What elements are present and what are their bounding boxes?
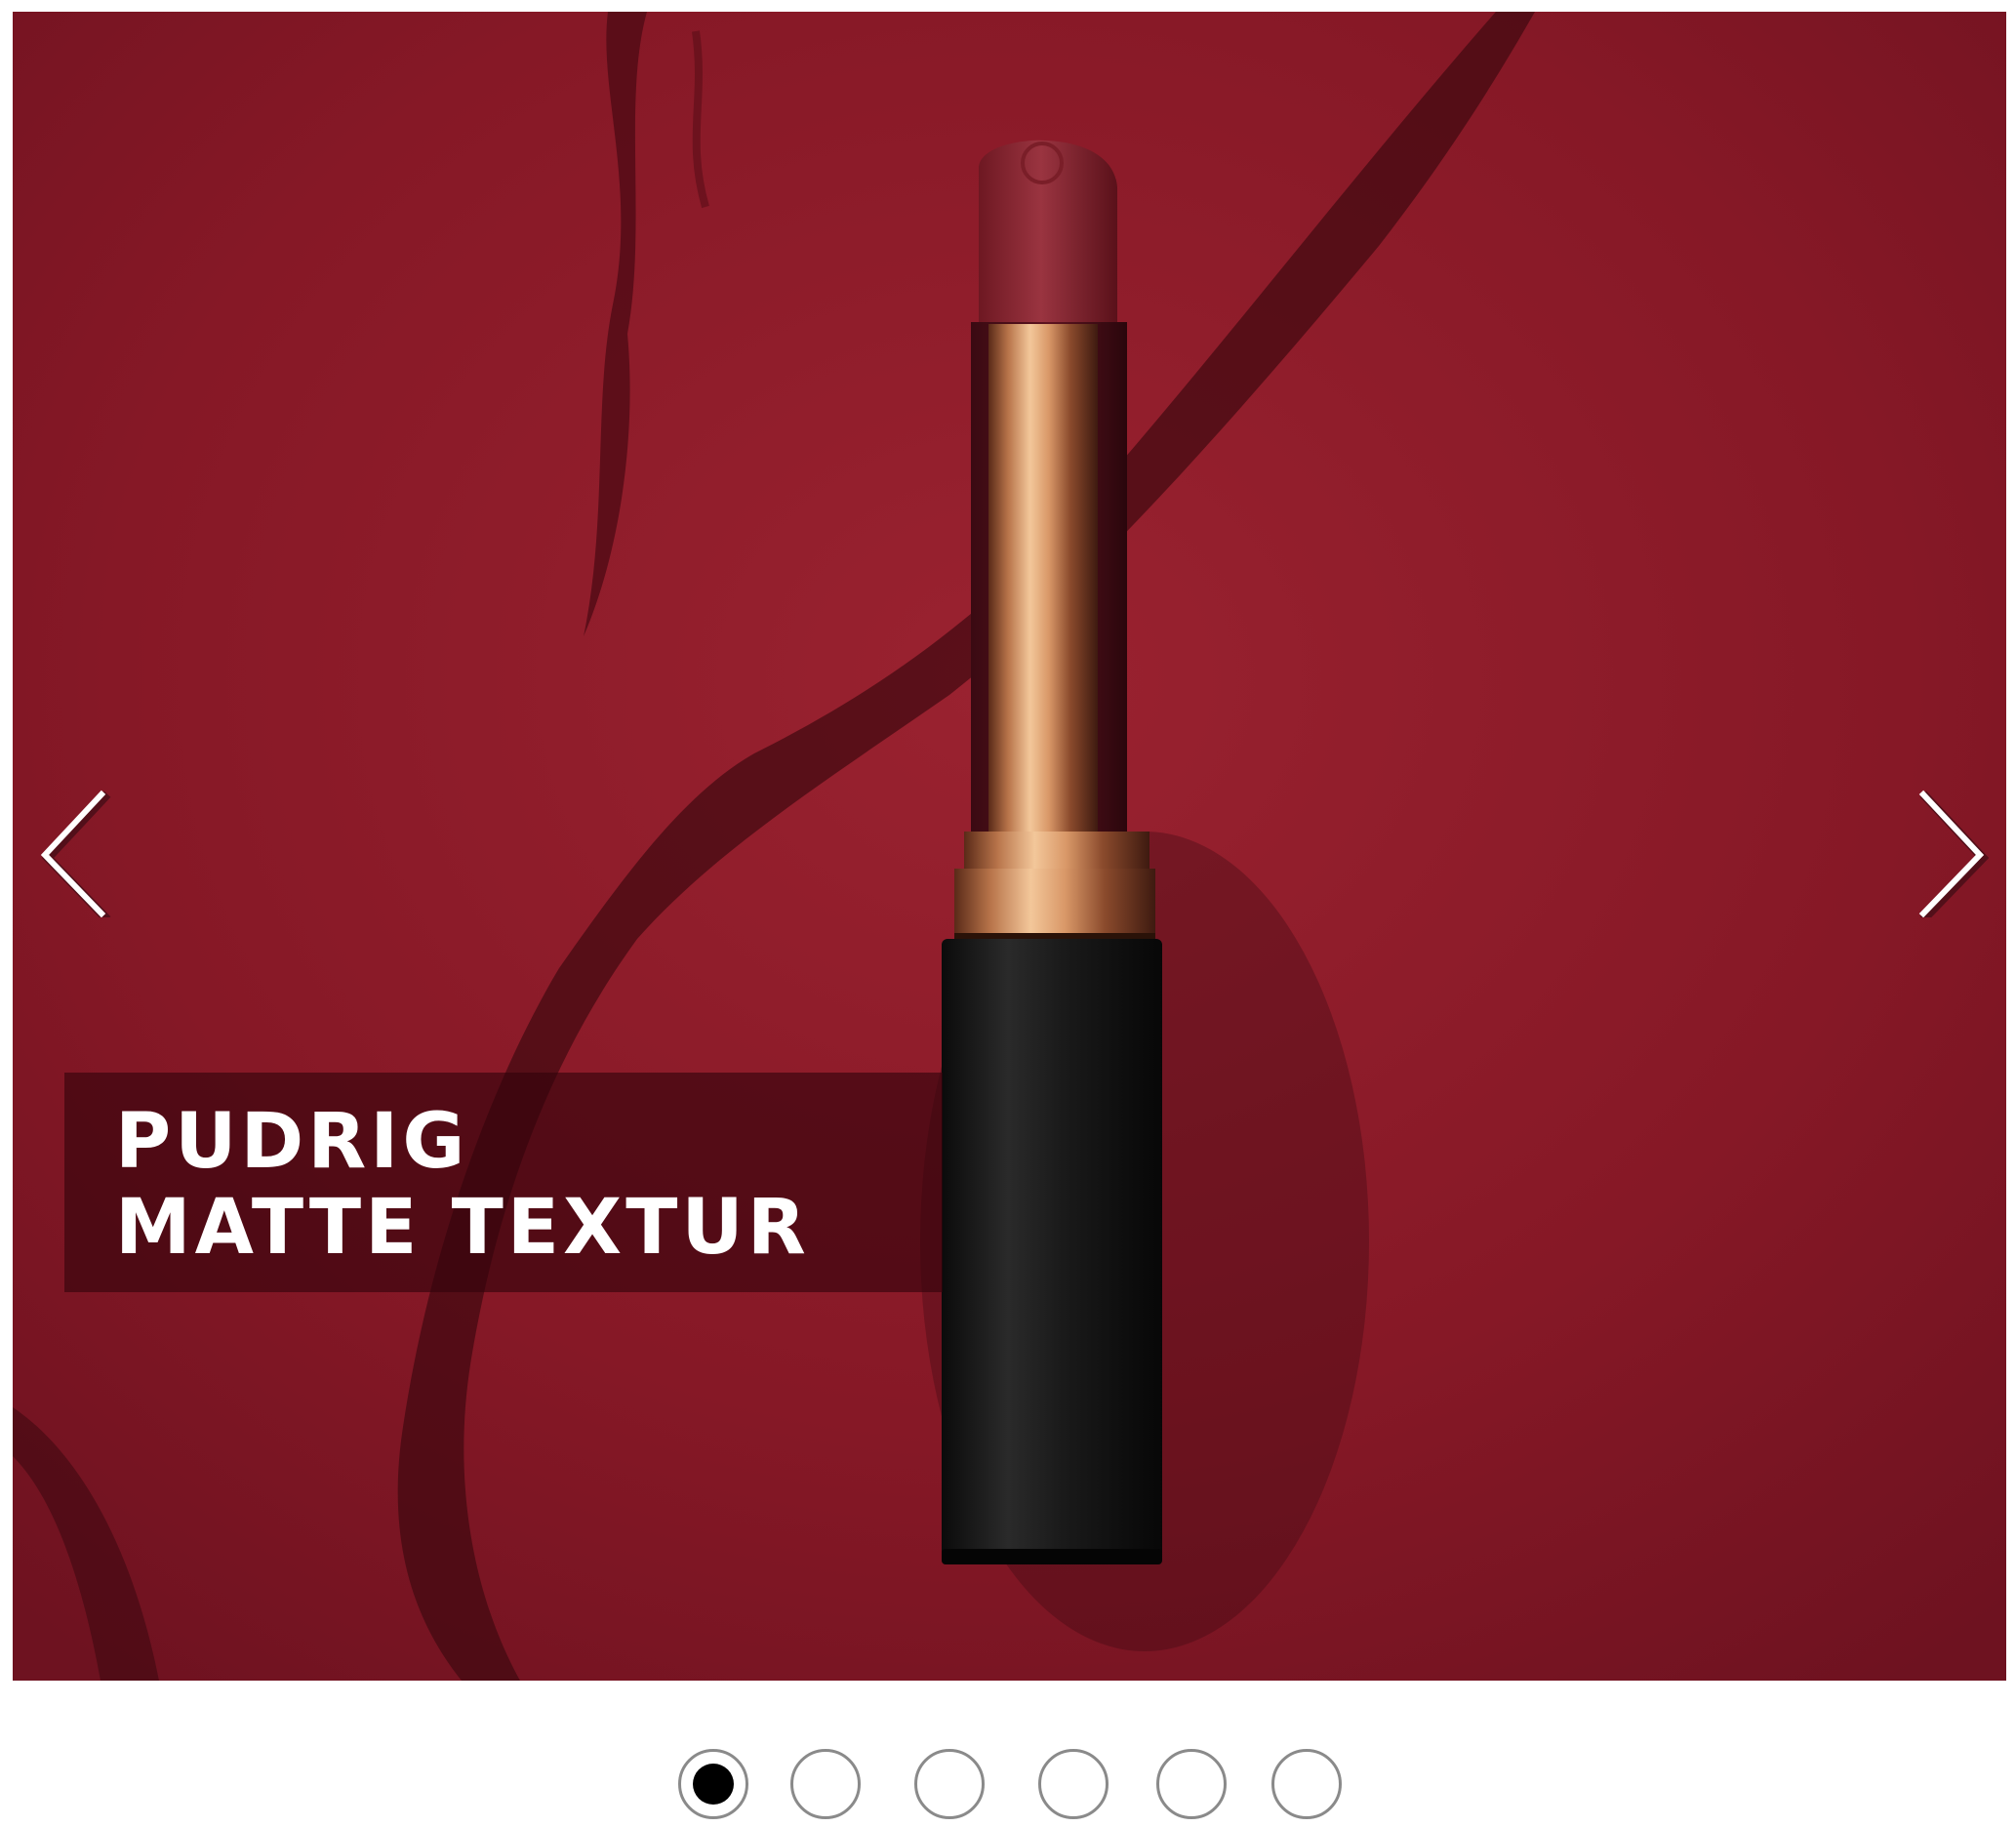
- pagination-dot-4[interactable]: [1038, 1749, 1109, 1819]
- chevron-left-icon: [40, 790, 111, 923]
- pagination-dot-6[interactable]: [1271, 1749, 1342, 1819]
- caption-line-1: PUDRIG: [115, 1098, 469, 1186]
- next-slide-button[interactable]: [1908, 781, 1996, 923]
- carousel-pagination: [0, 1749, 2016, 1827]
- previous-slide-button[interactable]: [29, 781, 117, 923]
- pagination-dot-1[interactable]: [678, 1749, 748, 1819]
- feature-caption: PUDRIG MATTE TEXTUR: [64, 1073, 943, 1292]
- carousel-slide: PUDRIG MATTE TEXTUR: [13, 12, 2006, 1681]
- product-image-carousel: PUDRIG MATTE TEXTUR: [0, 0, 2016, 1827]
- pagination-dot-5[interactable]: [1156, 1749, 1227, 1819]
- pagination-dot-3[interactable]: [914, 1749, 985, 1819]
- pagination-dot-2[interactable]: [790, 1749, 861, 1819]
- caption-line-2: MATTE TEXTUR: [115, 1184, 810, 1272]
- lipstick-product-image: [13, 12, 2006, 1681]
- chevron-right-icon: [1918, 790, 1990, 923]
